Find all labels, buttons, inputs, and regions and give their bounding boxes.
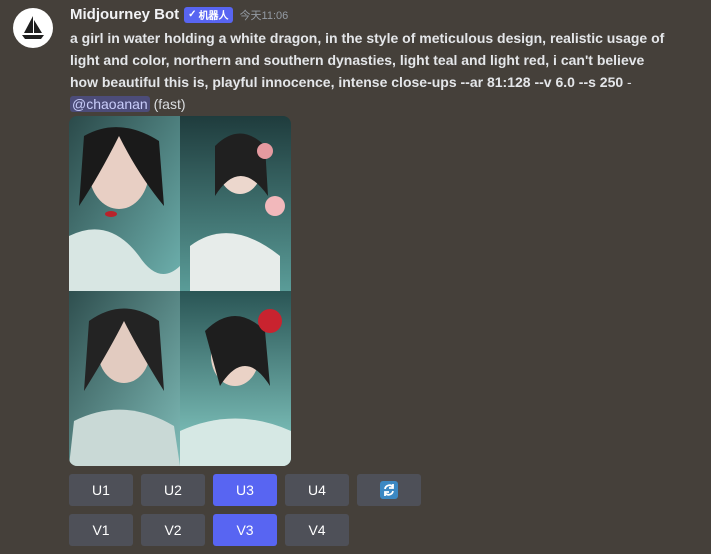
upscale-button-4[interactable]: U4 bbox=[285, 474, 349, 506]
upscale-button-2[interactable]: U2 bbox=[141, 474, 205, 506]
reroll-button[interactable] bbox=[357, 474, 421, 506]
prompt-separator: - bbox=[623, 74, 632, 90]
image-tile-2[interactable] bbox=[180, 116, 291, 291]
upscale-button-3[interactable]: U3 bbox=[213, 474, 277, 506]
user-mention[interactable]: @chaoanan bbox=[70, 96, 150, 112]
image-grid[interactable] bbox=[69, 116, 291, 466]
variation-button-1[interactable]: V1 bbox=[69, 514, 133, 546]
message-header: Midjourney Bot ✓ 机器人 今天11:06 bbox=[70, 6, 288, 23]
image-tile-4[interactable] bbox=[180, 291, 291, 466]
username[interactable]: Midjourney Bot bbox=[70, 6, 179, 23]
variation-button-2[interactable]: V2 bbox=[141, 514, 205, 546]
sailboat-logo-icon bbox=[22, 16, 44, 39]
verified-check-icon: ✓ bbox=[188, 9, 197, 20]
image-tile-3[interactable] bbox=[69, 291, 180, 466]
variation-button-4[interactable]: V4 bbox=[285, 514, 349, 546]
bot-tag-label: 机器人 bbox=[198, 11, 229, 22]
avatar[interactable] bbox=[13, 8, 53, 48]
refresh-icon bbox=[380, 481, 398, 499]
image-tile-1[interactable] bbox=[69, 116, 180, 291]
bot-tag: ✓ 机器人 bbox=[184, 6, 233, 23]
timestamp: 今天11:06 bbox=[239, 9, 289, 22]
variation-button-3[interactable]: V3 bbox=[213, 514, 277, 546]
message-content: a girl in water holding a white dragon, … bbox=[70, 27, 670, 115]
generation-mode: (fast) bbox=[149, 96, 186, 112]
prompt-text: a girl in water holding a white dragon, … bbox=[70, 30, 665, 90]
upscale-button-1[interactable]: U1 bbox=[69, 474, 133, 506]
